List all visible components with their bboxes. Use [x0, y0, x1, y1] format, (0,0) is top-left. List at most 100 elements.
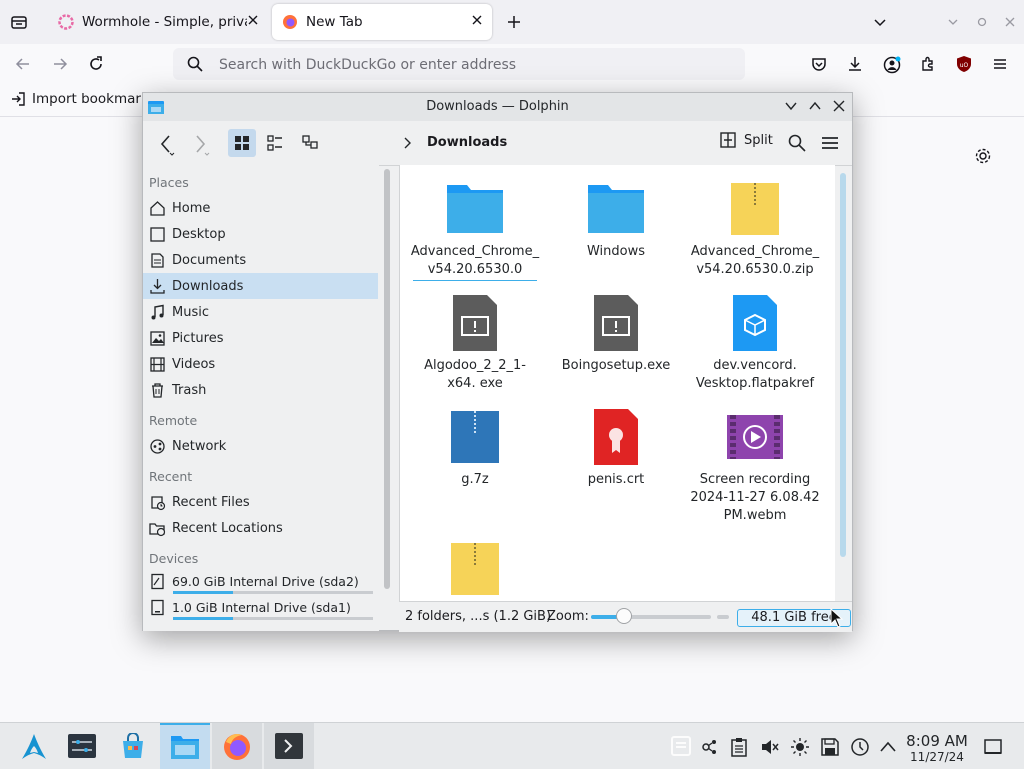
tab-new-tab[interactable]: New Tab	[272, 4, 492, 40]
dolphin-taskbar-button[interactable]	[160, 723, 210, 769]
zoom-slider-handle[interactable]	[616, 608, 632, 624]
file-item-folder[interactable]: Windows	[551, 179, 681, 261]
clock-time[interactable]: 8:09 AM	[900, 732, 974, 750]
dolphin-titlebar[interactable]: Downloads — Dolphin	[143, 93, 852, 121]
show-desktop-icon[interactable]	[983, 737, 1003, 757]
compact-view-button[interactable]	[261, 129, 289, 157]
system-settings-taskbar-button[interactable]	[58, 723, 108, 769]
application-launcher[interactable]	[8, 723, 58, 769]
places-item-downloads[interactable]: Downloads	[143, 273, 378, 299]
file-item-archive[interactable]: g.7z	[410, 407, 540, 489]
konsole-taskbar-button[interactable]	[264, 723, 314, 769]
tab-wormhole[interactable]: Wormhole - Simple, privat	[48, 4, 268, 40]
file-view: Advanced_Chrome_ v54.20.6530.0 Windows A…	[399, 165, 835, 601]
close-window-icon[interactable]	[1003, 15, 1017, 29]
file-view-scrollbar[interactable]	[840, 173, 846, 557]
app-menu-icon[interactable]	[991, 55, 1009, 73]
places-item-label: Documents	[172, 252, 247, 268]
volume-muted-icon[interactable]	[760, 737, 780, 757]
hamburger-menu-icon[interactable]	[820, 133, 840, 153]
places-item-recent-files[interactable]: Recent Files	[143, 489, 378, 515]
tab-list-icon[interactable]	[10, 13, 28, 31]
firefox-taskbar-button[interactable]	[212, 723, 262, 769]
file-item-zip[interactable]	[410, 539, 540, 601]
split-button[interactable]: Split	[719, 131, 773, 149]
devices-heading: Devices	[149, 551, 199, 566]
file-item-exe[interactable]: Boingosetup.exe	[551, 293, 681, 375]
pocket-icon[interactable]	[810, 55, 828, 73]
maximize-window-icon[interactable]	[975, 15, 989, 29]
selection-summary: 2 folders, ...s (1.2 GiB)	[405, 609, 552, 624]
network-icon	[149, 438, 166, 455]
file-name: Advanced_Chrome_ v54.20.6530.0	[410, 244, 540, 277]
desktop-icon	[149, 226, 166, 243]
address-bar[interactable]	[173, 48, 745, 80]
drive-usage-bar	[173, 591, 373, 594]
file-item-certificate[interactable]: penis.crt	[551, 407, 681, 489]
back-icon[interactable]	[14, 55, 32, 73]
account-icon[interactable]	[882, 55, 902, 75]
close-tab-icon[interactable]	[470, 13, 484, 27]
clipboard-tray-icon[interactable]	[670, 735, 692, 757]
show-hidden-icons-icon[interactable]	[878, 737, 898, 757]
clipboard-icon[interactable]	[730, 737, 748, 757]
music-icon	[149, 304, 166, 321]
places-item-music[interactable]: Music	[143, 299, 378, 325]
places-item-network[interactable]: Network	[143, 433, 378, 459]
file-item-exe[interactable]: Algodoo_2_2_1-x64. exe	[410, 293, 540, 393]
discover-store-icon	[120, 733, 146, 759]
details-view-button[interactable]	[296, 129, 324, 157]
maximize-icon[interactable]	[808, 99, 822, 113]
close-icon[interactable]	[832, 99, 846, 113]
clock-date[interactable]: 11/27/24	[900, 750, 974, 764]
disk-save-icon[interactable]	[820, 737, 840, 757]
brightness-icon[interactable]	[790, 737, 810, 757]
extensions-icon[interactable]	[919, 55, 937, 73]
places-item-drive-sda1[interactable]: 1.0 GiB Internal Drive (sda1)	[143, 595, 378, 619]
dolphin-toolbar: Downloads Split	[143, 121, 852, 166]
breadcrumb-downloads[interactable]: Downloads	[427, 135, 507, 150]
forward-icon[interactable]	[51, 55, 69, 73]
file-item-video[interactable]: Screen recording 2024-11-27 6.08.42 PM.w…	[690, 407, 820, 525]
places-item-videos[interactable]: Videos	[143, 351, 378, 377]
firefox-icon	[222, 732, 252, 762]
search-icon[interactable]	[787, 133, 807, 153]
documents-icon	[149, 252, 166, 269]
wormhole-icon	[58, 14, 74, 30]
file-name: Screen recording 2024-11-27 6.08.42 PM.w…	[690, 472, 820, 523]
places-item-home[interactable]: Home	[143, 195, 378, 221]
back-button[interactable]	[157, 133, 181, 157]
discover-taskbar-button[interactable]	[108, 723, 158, 769]
page-settings-icon[interactable]	[973, 146, 993, 166]
forward-button[interactable]	[189, 133, 213, 157]
places-item-recent-locations[interactable]: Recent Locations	[143, 515, 378, 541]
places-item-pictures[interactable]: Pictures	[143, 325, 378, 351]
zoom-slider[interactable]	[591, 608, 711, 624]
minimize-icon[interactable]	[784, 99, 798, 113]
kde-connect-icon[interactable]	[700, 737, 720, 757]
updates-icon[interactable]	[850, 737, 870, 757]
breadcrumb-chevron-icon[interactable]	[401, 135, 415, 151]
places-item-label: Music	[172, 304, 209, 320]
reload-icon[interactable]	[87, 55, 105, 73]
new-tab-button[interactable]	[505, 13, 523, 31]
places-item-trash[interactable]: Trash	[143, 377, 378, 403]
import-bookmarks-button[interactable]: Import bookmark	[10, 91, 149, 107]
downloads-icon	[149, 278, 166, 295]
address-input[interactable]	[217, 54, 721, 76]
file-item-zip[interactable]: Advanced_Chrome_ v54.20.6530.0.zip	[690, 179, 820, 279]
list-all-tabs-icon[interactable]	[871, 13, 889, 31]
zip-archive-icon	[445, 539, 505, 599]
places-item-desktop[interactable]: Desktop	[143, 221, 378, 247]
ublock-origin-icon[interactable]: uO	[955, 55, 973, 73]
free-space-indicator	[717, 615, 729, 619]
file-item-flatpak[interactable]: dev.vencord. Vesktop.flatpakref	[690, 293, 820, 393]
places-item-documents[interactable]: Documents	[143, 247, 378, 273]
downloads-icon[interactable]	[846, 55, 864, 73]
places-item-drive-sda2[interactable]: 69.0 GiB Internal Drive (sda2)	[143, 569, 378, 593]
icons-view-button[interactable]	[228, 129, 256, 157]
minimize-window-icon[interactable]	[946, 15, 960, 29]
places-scrollbar[interactable]	[384, 169, 390, 589]
close-tab-icon[interactable]	[246, 13, 260, 27]
file-item-folder[interactable]: Advanced_Chrome_ v54.20.6530.0	[410, 179, 540, 281]
